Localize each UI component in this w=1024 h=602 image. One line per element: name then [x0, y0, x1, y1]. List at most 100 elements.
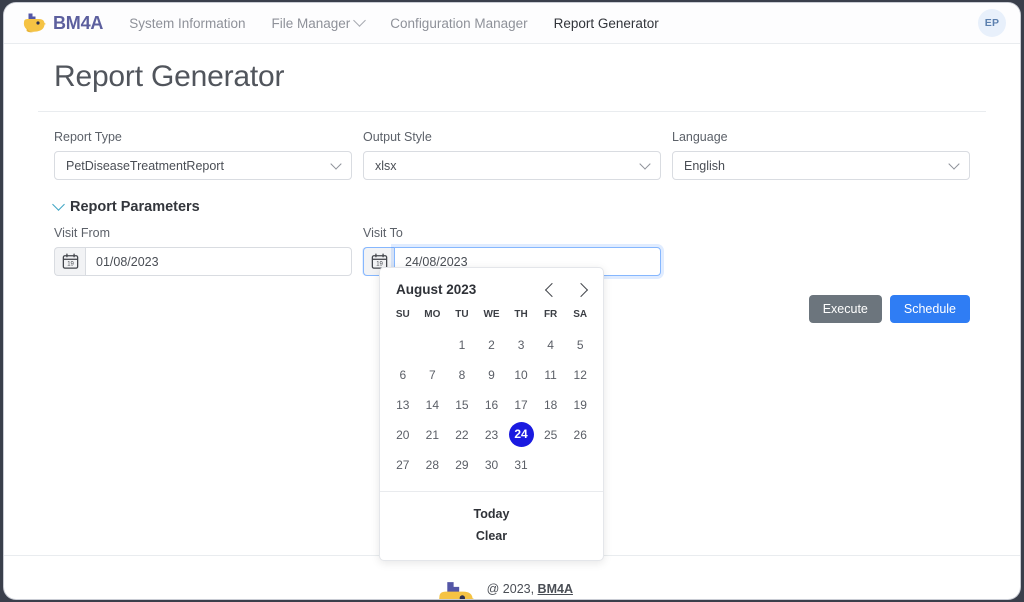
day-of-week-header: WE [483, 309, 500, 320]
bird-logo-icon [437, 580, 475, 599]
calendar-day-empty [388, 331, 418, 359]
visit-from-input[interactable] [85, 247, 352, 276]
day-of-week-header: FR [543, 309, 558, 320]
calendar-day[interactable]: 10 [506, 361, 536, 389]
footer-brand-link[interactable]: BM4A [538, 582, 573, 596]
report-type-label: Report Type [54, 130, 122, 144]
page-title: Report Generator [38, 44, 986, 112]
day-of-week-header: TH [514, 309, 528, 320]
calendar-day[interactable]: 3 [506, 331, 536, 359]
page-footer: @ 2023, BM4A 1.0.0-SNAPSHOT [4, 555, 1020, 599]
output-style-label: Output Style [363, 130, 432, 144]
calendar-day[interactable]: 23 [477, 421, 507, 449]
chevron-down-icon [52, 197, 65, 211]
chevron-down-icon [330, 157, 342, 170]
calendar-day[interactable]: 19 [565, 391, 595, 419]
calendar-day[interactable]: 16 [477, 391, 507, 419]
top-navbar: BM4A System Information File Manager Con… [4, 3, 1020, 44]
nav-item-system-information[interactable]: System Information [129, 16, 245, 31]
calendar-icon-day: 19 [67, 262, 74, 268]
language-label: Language [672, 130, 728, 144]
calendar-day[interactable]: 2 [477, 331, 507, 359]
footer-text: @ 2023, BM4A 1.0.0-SNAPSHOT [487, 580, 588, 599]
calendar-day[interactable]: 20 [388, 421, 418, 449]
action-buttons: Execute Schedule [808, 295, 970, 323]
nav-item-file-manager[interactable]: File Manager [271, 13, 367, 31]
calendar-day[interactable]: 9 [477, 361, 507, 389]
calendar-day[interactable]: 17 [506, 391, 536, 419]
brand[interactable]: BM4A [22, 12, 103, 34]
output-style-group: Output Style xlsx [363, 130, 661, 180]
brand-name: BM4A [53, 12, 104, 33]
bird-logo-icon [22, 12, 46, 34]
calendar-day[interactable]: 25 [536, 421, 566, 449]
report-parameters-toggle[interactable]: Report Parameters [52, 197, 200, 215]
date-parameters-row: Visit From 19 Visit To [38, 215, 986, 561]
chevron-down-icon [353, 13, 367, 27]
calendar-day[interactable]: 29 [447, 451, 477, 479]
day-of-week-header: SA [573, 309, 588, 320]
visit-to-label: Visit To [363, 226, 403, 240]
chevron-left-icon[interactable] [544, 282, 560, 297]
calendar-day[interactable]: 5 [565, 331, 595, 359]
calendar-icon[interactable]: 19 [54, 247, 85, 276]
date-picker-footer: Today Clear [380, 491, 603, 560]
calendar-day[interactable]: 22 [447, 421, 477, 449]
calendar-day[interactable]: 31 [506, 451, 536, 479]
date-picker-nav [544, 282, 589, 297]
report-type-group: Report Type PetDiseaseTreatmentReport [54, 130, 352, 180]
report-type-select[interactable]: PetDiseaseTreatmentReport [54, 151, 352, 180]
nav-item-label: File Manager [271, 15, 351, 31]
visit-from-group: Visit From 19 [54, 226, 352, 276]
visit-from-input-group: 19 [54, 247, 352, 276]
visit-from-label: Visit From [54, 226, 111, 240]
calendar-day[interactable]: 28 [418, 451, 448, 479]
schedule-button[interactable]: Schedule [889, 295, 970, 323]
calendar-day[interactable]: 14 [418, 391, 448, 419]
today-button[interactable]: Today [380, 503, 603, 525]
footer-copyright: @ 2023, BM4A [487, 580, 588, 598]
calendar-day[interactable]: 7 [418, 361, 448, 389]
calendar-day[interactable]: 30 [477, 451, 507, 479]
chevron-down-icon [639, 157, 651, 170]
calendar-day[interactable]: 4 [536, 331, 566, 359]
chevron-right-icon[interactable] [573, 282, 589, 297]
visit-to-group: Visit To 19 24/08/2023 August 2023 SU MO… [363, 226, 661, 561]
day-of-week-header: SU [395, 309, 410, 320]
calendar-day[interactable]: 6 [388, 361, 418, 389]
main-content: Report Generator Report Type PetDiseaseT… [4, 44, 1020, 561]
calendar-day[interactable]: 1 [447, 331, 477, 359]
execute-button[interactable]: Execute [808, 295, 882, 323]
footer-version: 1.0.0-SNAPSHOT [487, 598, 588, 599]
calendar-day[interactable]: 18 [536, 391, 566, 419]
calendar-day[interactable]: 8 [447, 361, 477, 389]
avatar-initials: EP [984, 17, 1000, 29]
calendar-day[interactable]: 13 [388, 391, 418, 419]
calendar-day[interactable]: 21 [418, 421, 448, 449]
footer-copyright-prefix: @ 2023, [486, 581, 538, 596]
date-picker-grid: SU MO TU WE TH FR SA 1 2 3 4 5 6 7 8 9 10 11 12 13 14 15 16 17 1… [380, 306, 603, 491]
clear-button[interactable]: Clear [380, 525, 603, 547]
nav-item-label: Configuration Manager [390, 15, 528, 31]
calendar-day[interactable]: 12 [565, 361, 595, 389]
nav-item-label: System Information [129, 15, 246, 31]
chevron-down-icon [948, 157, 960, 170]
report-type-value: PetDiseaseTreatmentReport [66, 158, 224, 173]
language-select[interactable]: English [672, 151, 970, 180]
calendar-day[interactable]: 26 [565, 421, 595, 449]
app-window: BM4A System Information File Manager Con… [4, 3, 1020, 599]
avatar[interactable]: EP [978, 9, 1006, 37]
report-config-row: Report Type PetDiseaseTreatmentReport Ou… [38, 112, 986, 180]
calendar-day[interactable]: 15 [447, 391, 477, 419]
nav-items: System Information File Manager Configur… [129, 13, 659, 31]
nav-item-configuration-manager[interactable]: Configuration Manager [390, 16, 527, 31]
date-picker-popup: August 2023 SU MO TU WE TH FR SA 1 2 3 4 5 6 7 8 9 10 11 1… [379, 267, 604, 561]
nav-item-label: Report Generator [553, 15, 659, 31]
calendar-day[interactable]: 27 [388, 451, 418, 479]
calendar-day-selected[interactable]: 24 [508, 422, 534, 447]
calendar-day[interactable]: 11 [536, 361, 566, 389]
nav-item-report-generator[interactable]: Report Generator [554, 16, 659, 31]
calendar-day-empty [418, 331, 448, 359]
day-of-week-header: MO [424, 309, 441, 320]
output-style-select[interactable]: xlsx [363, 151, 661, 180]
